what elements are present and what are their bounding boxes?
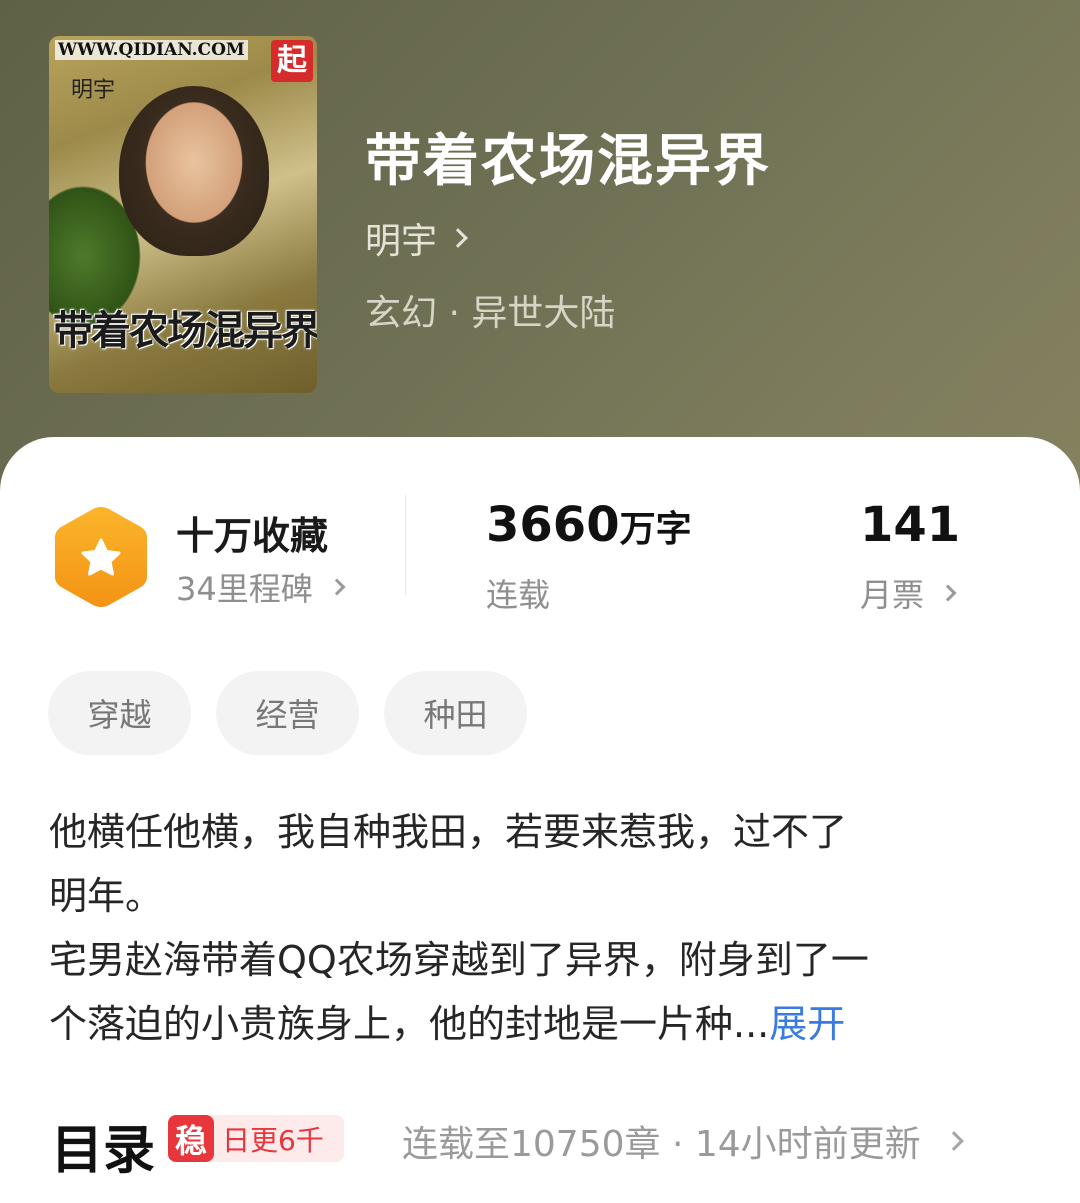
chevron-right-icon	[328, 578, 346, 596]
tag-chip[interactable]: 穿越	[48, 671, 191, 755]
milestone-link[interactable]: 34里程碑	[176, 564, 346, 610]
description-line: 明年。	[49, 874, 164, 918]
collections-label[interactable]: 十万收藏	[176, 505, 328, 560]
book-genre[interactable]: 玄幻 · 异世大陆	[365, 284, 615, 336]
monthly-ticket-link[interactable]: 月票	[860, 570, 957, 616]
toc-link[interactable]: 连载至10750章 · 14小时前更新	[402, 1115, 964, 1167]
chevron-right-icon	[448, 228, 468, 248]
cover-portrait-art	[119, 86, 269, 256]
tag-chip[interactable]: 经营	[216, 671, 359, 755]
monthly-ticket-count: 141	[860, 497, 961, 553]
author-link[interactable]: 明宇	[365, 212, 468, 264]
tag-chip[interactable]: 种田	[384, 671, 527, 755]
author-name: 明宇	[365, 221, 438, 262]
book-title: 带着农场混异界	[365, 128, 771, 194]
book-cover[interactable]: WWW.QIDIAN.COM 起 明宇 带着农场混异界	[49, 36, 317, 393]
milestone-text: 34里程碑	[176, 570, 313, 608]
star-hexagon-icon	[55, 507, 147, 607]
description-line: 他横任他横，我自种我田，若要来惹我，过不了	[49, 810, 848, 854]
word-count-number: 3660	[486, 497, 620, 553]
cover-author-text: 明宇	[71, 78, 116, 103]
cover-title-text: 带着农场混异界	[53, 308, 317, 354]
toc-update-info: 连载至10750章 · 14小时前更新	[402, 1124, 921, 1165]
expand-link[interactable]: 展开	[769, 1002, 845, 1046]
toc-title[interactable]: 目录	[51, 1108, 155, 1183]
cover-site-text: WWW.QIDIAN.COM	[55, 40, 248, 60]
description-line-text: 个落迫的小贵族身上，他的封地是一片种...	[49, 1002, 770, 1046]
update-frequency-text: 日更6千	[222, 1123, 324, 1157]
book-description[interactable]: 他横任他横，我自种我田，若要来惹我，过不了 明年。 宅男赵海带着QQ农场穿越到了…	[49, 800, 1039, 1056]
chevron-right-icon	[939, 584, 957, 602]
serial-status: 连载	[486, 576, 551, 614]
cover-logo: 起	[271, 40, 313, 82]
word-count-unit: 万字	[619, 509, 692, 550]
description-line: 宅男赵海带着QQ农场穿越到了异界，附身到了一	[49, 938, 869, 982]
update-badge: 稳 日更6千	[168, 1115, 344, 1162]
monthly-ticket-label: 月票	[860, 576, 925, 614]
stats-divider	[405, 495, 406, 595]
chevron-right-icon	[943, 1131, 964, 1151]
description-line: 个落迫的小贵族身上，他的封地是一片种...展开	[49, 992, 1039, 1056]
stable-update-mark: 稳	[168, 1115, 214, 1162]
word-count: 3660万字	[486, 497, 692, 553]
